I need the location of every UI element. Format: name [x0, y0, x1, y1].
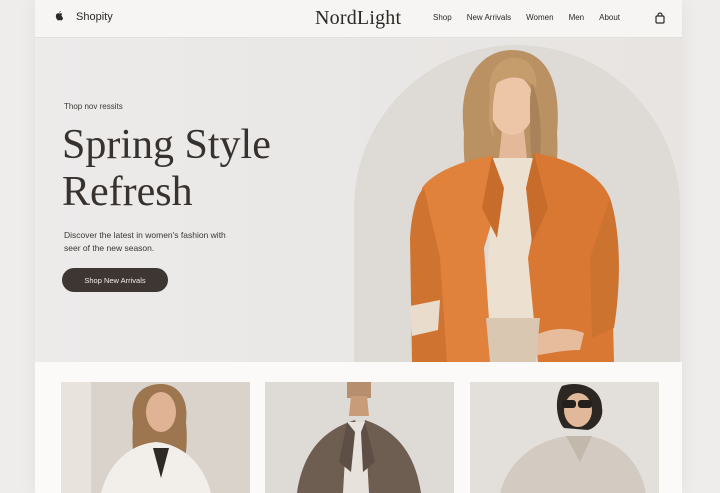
hero-headline-line-2: Refresh — [62, 169, 193, 215]
apple-icon — [55, 11, 64, 24]
product-card-3[interactable] — [470, 382, 659, 493]
nav-item-shop[interactable]: Shop — [433, 13, 452, 22]
nav-item-men[interactable]: Men — [569, 13, 585, 22]
shopping-bag-icon[interactable] — [654, 11, 666, 24]
hero-eyebrow: Thop nov ressits — [64, 102, 123, 111]
site-header: Shopity NordLight Shop New Arrivals Wome… — [35, 0, 682, 38]
hero-description-line-1: Discover the latest in women's fashion w… — [64, 230, 226, 240]
product-strip — [35, 362, 682, 493]
hero-headline: Spring Style Refresh — [62, 122, 362, 216]
hero-description: Discover the latest in women's fashion w… — [64, 229, 284, 255]
product-card-1[interactable] — [61, 382, 250, 493]
nav-item-new-arrivals[interactable]: New Arrivals — [467, 13, 511, 22]
product-image-man-brown-blazer — [265, 382, 454, 493]
product-image-woman-white-shirt — [61, 382, 250, 493]
shop-new-arrivals-button[interactable]: Shop New Arrivals — [62, 268, 168, 292]
product-image-woman-sunglasses — [470, 382, 659, 493]
product-card-2[interactable] — [265, 382, 454, 493]
page-frame: Shopity NordLight Shop New Arrivals Wome… — [35, 0, 682, 493]
nav-item-about[interactable]: About — [599, 13, 620, 22]
hero-banner: Thop nov ressits Spring Style Refresh Di… — [35, 38, 682, 362]
brand-name[interactable]: Shopity — [76, 11, 113, 23]
hero-headline-line-1: Spring Style — [62, 122, 271, 168]
nav-item-women[interactable]: Women — [526, 13, 553, 22]
site-logo[interactable]: NordLight — [315, 7, 401, 30]
hero-model-image — [354, 45, 680, 362]
main-nav: Shop New Arrivals Women Men About — [433, 13, 635, 22]
hero-description-line-2: seer of the new season. — [64, 243, 155, 253]
